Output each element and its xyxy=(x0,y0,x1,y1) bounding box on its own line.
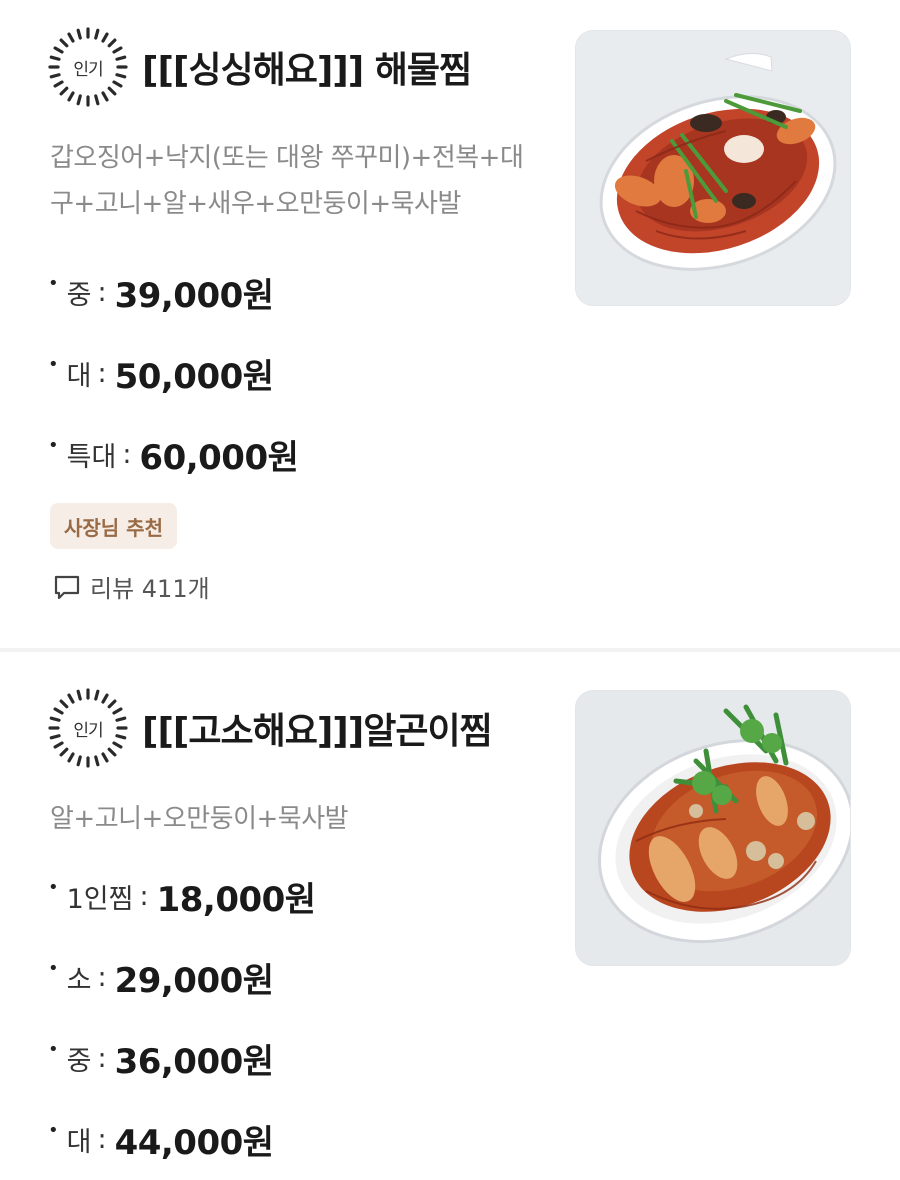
speech-bubble-icon xyxy=(54,575,80,599)
price-option-single: • 1인찜 : 18,000원 xyxy=(48,856,316,937)
price-option-extra-large: • 특대 : 60,000원 xyxy=(48,414,299,495)
price-option-medium: • 중 : 39,000원 xyxy=(48,252,298,333)
seafood-jjim-photo[interactable] xyxy=(575,30,851,306)
menu-item-title-row: 인기 [[[싱싱해요]]] 해물찜 xyxy=(48,27,472,107)
popular-badge-label: 인기 xyxy=(73,59,103,80)
price-separator: : xyxy=(122,439,132,470)
price-size-label: 1인찜 xyxy=(66,884,134,915)
price-separator: : xyxy=(97,962,107,993)
popular-badge: 인기 xyxy=(48,27,128,107)
price-size-label: 중 xyxy=(66,280,92,311)
bullet-dot: • xyxy=(48,958,59,979)
bullet-dot: • xyxy=(48,273,59,294)
price-separator: : xyxy=(97,1124,107,1155)
bullet-dot: • xyxy=(48,1120,59,1141)
price-separator: : xyxy=(97,358,107,389)
menu-item-title[interactable]: [[[싱싱해요]]] 해물찜 xyxy=(142,41,472,93)
menu-item-algoni-jjim[interactable]: 인기 [[[고소해요]]]알곤이찜 알+고니+오만둥이+묵사발 • 1인찜 : … xyxy=(0,652,900,1180)
price-value: 39,000원 xyxy=(114,276,274,316)
menu-item-description: 갑오징어+낙지(또는 대왕 쭈꾸미)+전복+대구+고니+알+새우+오만둥이+묵사… xyxy=(50,143,524,219)
price-size-label: 대 xyxy=(66,1127,92,1158)
price-list: • 1인찜 : 18,000원 • 소 : 29,000원 • 중 : 36,0… xyxy=(48,856,316,1180)
price-option-large: • 대 : 50,000원 xyxy=(48,333,298,414)
popular-badge-label: 인기 xyxy=(73,720,103,741)
price-separator: : xyxy=(97,277,107,308)
price-value: 36,000원 xyxy=(114,1042,274,1082)
price-separator: : xyxy=(97,1043,107,1074)
menu-item-title[interactable]: [[[고소해요]]]알곤이찜 xyxy=(142,702,493,754)
price-size-label: 대 xyxy=(66,361,92,392)
bullet-dot: • xyxy=(48,354,59,375)
popular-badge: 인기 xyxy=(48,688,128,768)
price-option-large: • 대 : 44,000원 xyxy=(48,1099,316,1180)
price-option-medium: • 중 : 36,000원 xyxy=(48,1018,316,1099)
menu-item-seafood-jjim[interactable]: 인기 [[[싱싱해요]]] 해물찜 갑오징어+낙지(또는 대왕 쭈꾸미)+전복+… xyxy=(0,0,900,648)
price-value: 60,000원 xyxy=(139,438,299,478)
menu-item-title-row: 인기 [[[고소해요]]]알곤이찜 xyxy=(48,688,493,768)
price-separator: : xyxy=(139,881,149,912)
price-value: 50,000원 xyxy=(114,357,274,397)
price-value: 29,000원 xyxy=(114,961,274,1001)
price-size-label: 중 xyxy=(66,1046,92,1077)
algoni-jjim-photo[interactable] xyxy=(575,690,851,966)
review-count-label: 리뷰 411개 xyxy=(90,575,210,603)
bullet-dot: • xyxy=(48,877,59,898)
price-size-label: 소 xyxy=(66,965,92,996)
price-value: 44,000원 xyxy=(114,1123,274,1163)
bullet-dot: • xyxy=(48,435,59,456)
price-size-label: 특대 xyxy=(66,442,117,473)
price-option-small: • 소 : 29,000원 xyxy=(48,937,316,1018)
price-list: • 중 : 39,000원 • 대 : 50,000원 • 특대 : 60,00… xyxy=(48,252,299,495)
menu-item-description: 알+고니+오만둥이+묵사발 xyxy=(50,804,349,834)
bullet-dot: • xyxy=(48,1039,59,1060)
review-count[interactable]: 리뷰 411개 xyxy=(52,569,210,604)
owner-recommend-tag: 사장님 추천 xyxy=(50,503,177,549)
price-value: 18,000원 xyxy=(156,880,316,920)
